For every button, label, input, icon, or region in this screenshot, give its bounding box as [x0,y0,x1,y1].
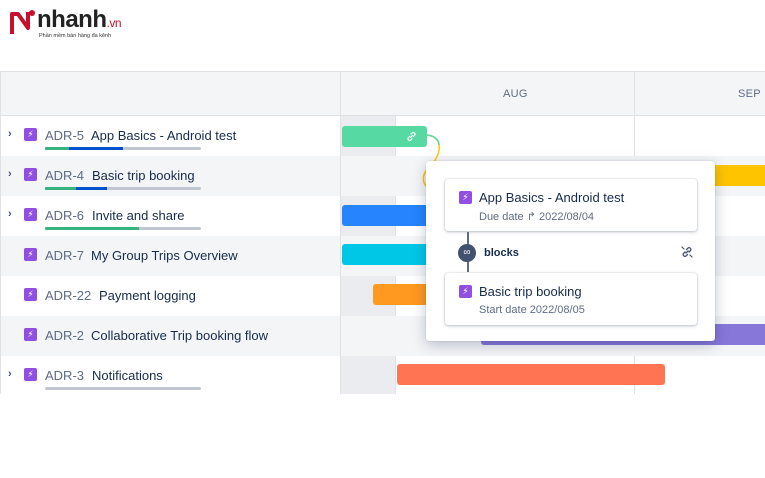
issue-key[interactable]: ADR-7 [45,248,84,263]
issue-title[interactable]: My Group Trips Overview [91,248,238,263]
progress-bar [45,147,201,150]
lightning-icon: ⚡︎ [459,191,472,204]
lightning-icon: ⚡︎ [24,328,37,341]
chevron-right-icon[interactable]: › [8,168,12,180]
issue-row-adr-3[interactable]: › ⚡︎ ADR-3 Notifications [1,356,765,394]
issue-title[interactable]: Invite and share [92,208,185,223]
issue-key[interactable]: ADR-22 [45,288,91,303]
issue-list-cell: ⚡︎ ADR-7 My Group Trips Overview [1,236,341,276]
issue-list-cell: › ⚡︎ ADR-6 Invite and share [1,196,341,236]
progress-bar [45,187,201,190]
timeline-bar[interactable] [373,284,428,305]
logo-tagline: Phần mềm bán hàng đa kênh [39,33,112,39]
issue-title[interactable]: App Basics - Android test [91,128,236,143]
chevron-right-icon[interactable]: › [8,368,12,380]
issue-key[interactable]: ADR-4 [45,168,84,183]
logo-wordmark: nhanh.vn [37,6,122,33]
month-label-aug: AUG [503,88,528,100]
dependency-popup: ⚡︎ App Basics - Android test Due date ↱ … [426,161,715,341]
timeline-bar[interactable] [342,126,427,147]
timeline-header: AUG SEP [1,72,765,116]
lightning-icon: ⚡︎ [24,248,37,261]
issue-title[interactable]: Collaborative Trip booking flow [91,328,268,343]
link-icon: ∞ [458,244,476,262]
issue-list-cell: › ⚡︎ ADR-5 App Basics - Android test [1,116,341,156]
progress-bar [45,227,201,230]
unlink-icon[interactable] [680,245,694,259]
lightning-icon: ⚡︎ [24,128,37,141]
timeline-bar[interactable] [397,364,665,385]
lightning-icon: ⚡︎ [24,208,37,221]
dependency-source-card[interactable]: ⚡︎ App Basics - Android test Due date ↱ … [445,179,697,231]
lightning-icon: ⚡︎ [24,368,37,381]
dependency-type-label: blocks [484,247,519,259]
timeline-bar[interactable] [342,205,428,226]
nhanh-logo: nhanh.vn Phần mềm bán hàng đa kênh [8,6,138,40]
card-date: Due date ↱ 2022/08/04 [479,211,595,223]
card-title: Basic trip booking [479,284,582,299]
issue-key[interactable]: ADR-2 [45,328,84,343]
issue-title[interactable]: Notifications [92,368,163,383]
dependency-target-card[interactable]: ⚡︎ Basic trip booking Start date 2022/08… [445,273,697,325]
chevron-right-icon[interactable]: › [8,208,12,220]
chevron-right-icon[interactable]: › [8,128,12,140]
lightning-icon: ⚡︎ [24,288,37,301]
issue-list-cell: ⚡︎ ADR-2 Collaborative Trip booking flow [1,316,341,356]
nhanh-logo-icon [10,10,35,34]
card-date: Start date 2022/08/05 [479,304,585,316]
issue-key[interactable]: ADR-6 [45,208,84,223]
issue-list-cell: ⚡︎ ADR-22 Payment logging [1,276,341,316]
month-label-sep: SEP [738,88,761,100]
card-title: App Basics - Android test [479,190,625,205]
issue-list-cell: › ⚡︎ ADR-4 Basic trip booking [1,156,341,196]
timeline-bar[interactable] [342,244,428,265]
link-icon [407,131,416,142]
issue-list-header [1,72,341,116]
progress-bar [45,387,201,390]
issue-title[interactable]: Basic trip booking [92,168,195,183]
lightning-icon: ⚡︎ [24,168,37,181]
issue-key[interactable]: ADR-3 [45,368,84,383]
issue-row-adr-5[interactable]: › ⚡︎ ADR-5 App Basics - Android test [1,116,765,156]
issue-list-cell: › ⚡︎ ADR-3 Notifications [1,356,341,394]
issue-title[interactable]: Payment logging [99,288,196,303]
issue-key[interactable]: ADR-5 [45,128,84,143]
lightning-icon: ⚡︎ [459,285,472,298]
